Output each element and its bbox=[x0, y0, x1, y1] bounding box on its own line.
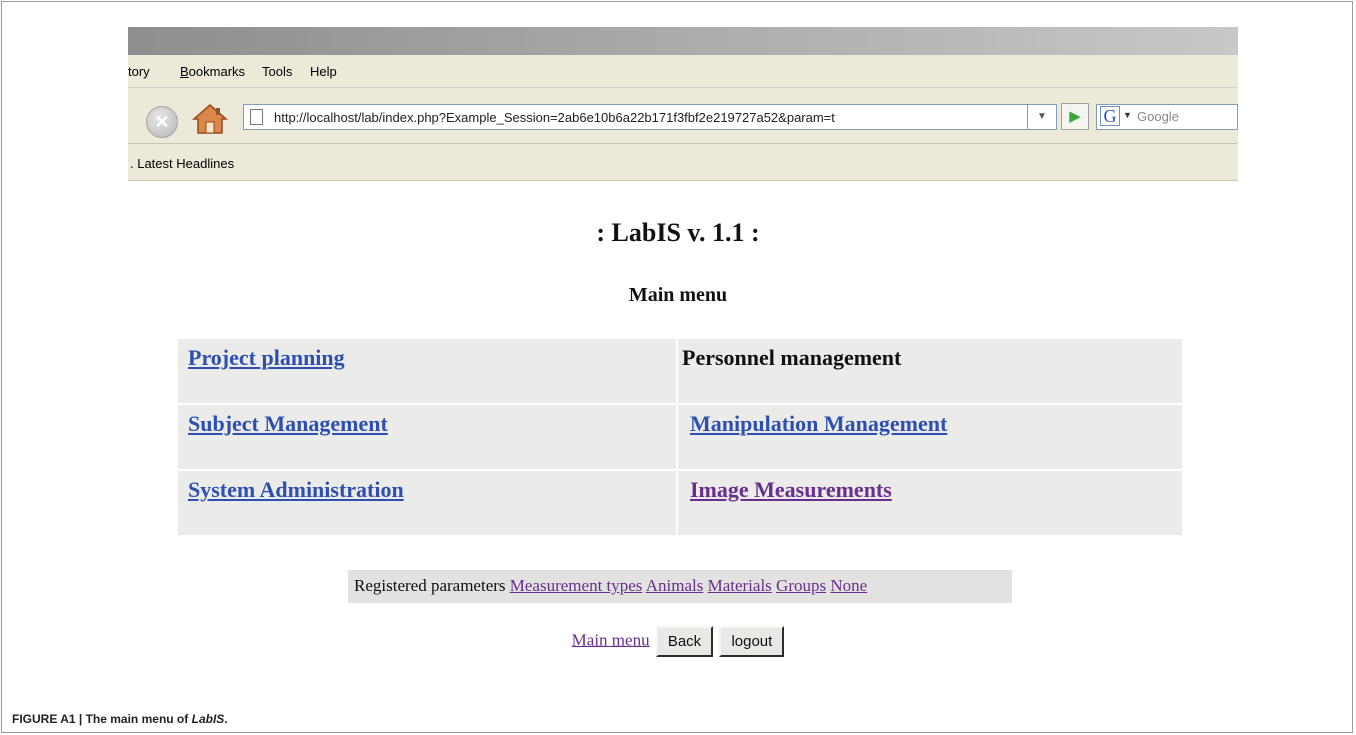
menu-history[interactable]: tory bbox=[128, 64, 150, 79]
logout-button[interactable]: logout bbox=[719, 626, 785, 657]
menu-cell-project-planning: Project planning bbox=[178, 339, 676, 403]
page-icon bbox=[250, 109, 263, 125]
caption-prefix: FIGURE A1 | The main menu of bbox=[12, 712, 192, 726]
url-dropdown-icon[interactable]: ▼ bbox=[1027, 105, 1056, 129]
page-subtitle: Main menu bbox=[628, 284, 728, 306]
menu-bookmarks-label: ookmarks bbox=[188, 64, 246, 79]
caption-suffix: . bbox=[224, 712, 228, 726]
chevron-down-icon: ▼ bbox=[1123, 110, 1132, 120]
stop-icon[interactable]: ✕ bbox=[146, 106, 178, 138]
address-bar[interactable]: http://localhost/lab/index.php?Example_S… bbox=[243, 104, 1057, 130]
search-input[interactable]: Google bbox=[1136, 104, 1238, 130]
registered-parameters-label: Registered parameters bbox=[354, 576, 506, 595]
subject-management-link[interactable]: Subject Management bbox=[188, 411, 388, 437]
caption-name: LabIS bbox=[191, 712, 225, 726]
window-titlebar bbox=[128, 27, 1238, 55]
manipulation-management-link[interactable]: Manipulation Management bbox=[690, 411, 947, 437]
browser-menubar: tory Bookmarks Tools Help bbox=[128, 55, 1238, 88]
measurement-types-link[interactable]: Measurement types bbox=[510, 576, 643, 595]
personnel-management-label: Personnel management bbox=[682, 345, 902, 370]
main-menu-grid: Project planning Personnel management Su… bbox=[178, 339, 1182, 535]
bookmarks-toolbar: . Latest Headlines bbox=[128, 144, 1238, 181]
none-link[interactable]: None bbox=[830, 576, 867, 595]
menu-bookmarks[interactable]: Bookmarks bbox=[180, 64, 245, 79]
search-engine-selector[interactable]: G ▼ bbox=[1096, 104, 1136, 130]
menu-help[interactable]: Help bbox=[310, 64, 337, 79]
go-icon[interactable]: ▶ bbox=[1061, 103, 1089, 130]
animals-link[interactable]: Animals bbox=[646, 576, 704, 595]
registered-parameters-bar: Registered parameters Measurement types … bbox=[348, 570, 1012, 603]
materials-link[interactable]: Materials bbox=[708, 576, 772, 595]
url-text: http://localhost/lab/index.php?Example_S… bbox=[274, 110, 835, 125]
main-menu-link[interactable]: Main menu bbox=[572, 630, 650, 649]
menu-tools[interactable]: Tools bbox=[262, 64, 292, 79]
menu-cell-image-measurements: Image Measurements bbox=[678, 471, 1182, 535]
figure-caption: FIGURE A1 | The main menu of LabIS. bbox=[12, 712, 228, 726]
groups-link[interactable]: Groups bbox=[776, 576, 826, 595]
page-title: : LabIS v. 1.1 : bbox=[596, 218, 760, 247]
project-planning-link[interactable]: Project planning bbox=[188, 345, 345, 371]
back-button[interactable]: Back bbox=[655, 626, 714, 657]
image-measurements-link[interactable]: Image Measurements bbox=[690, 477, 892, 503]
system-administration-link[interactable]: System Administration bbox=[188, 477, 404, 503]
menu-cell-manipulation-management: Manipulation Management bbox=[678, 405, 1182, 469]
bookmark-latest-headlines[interactable]: . Latest Headlines bbox=[130, 156, 234, 171]
menu-cell-subject-management: Subject Management bbox=[178, 405, 676, 469]
home-icon[interactable] bbox=[192, 102, 228, 136]
bottom-navigation: Main menu Back logout bbox=[0, 626, 1356, 657]
menu-cell-personnel-management: Personnel management bbox=[678, 339, 1182, 403]
menu-cell-system-administration: System Administration bbox=[178, 471, 676, 535]
google-icon: G bbox=[1100, 106, 1120, 126]
